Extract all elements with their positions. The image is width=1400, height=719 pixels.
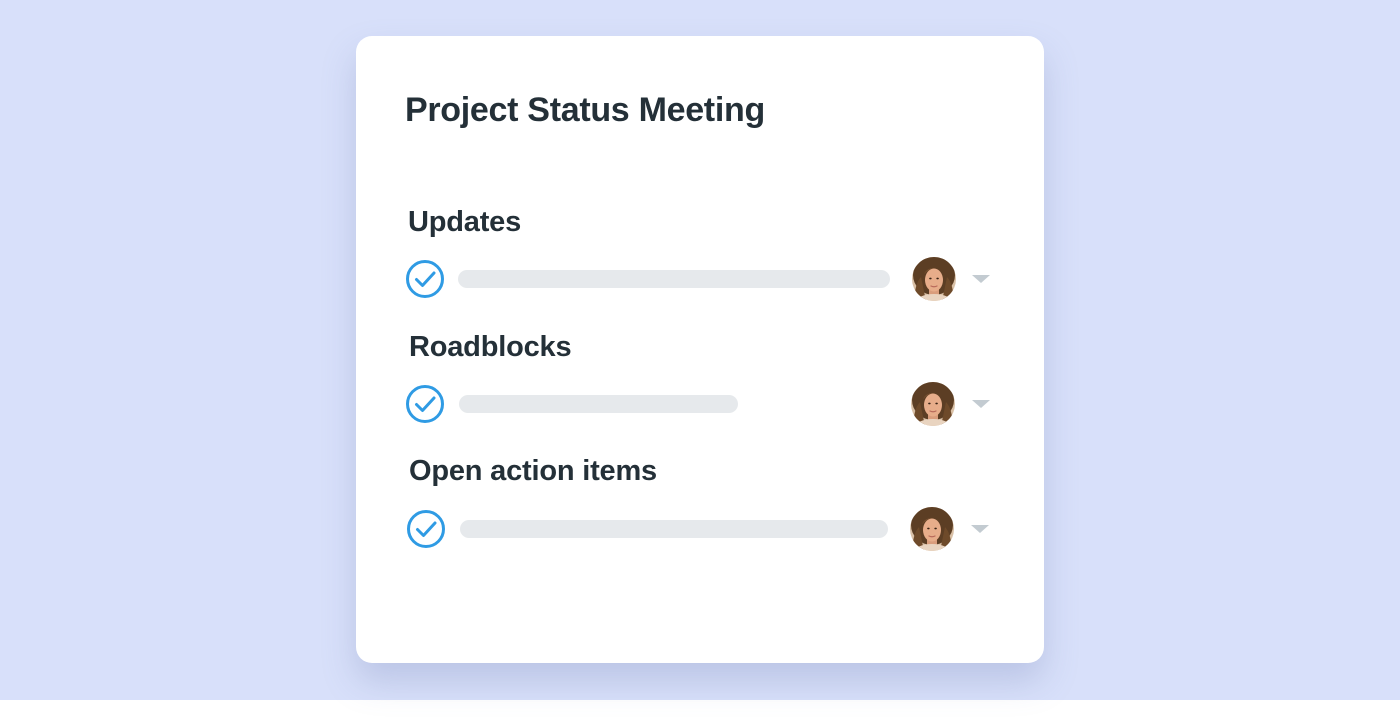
section-updates: Updates [408,206,998,316]
section-roadblocks: Roadblocks [408,331,998,441]
task-placeholder-bar[interactable] [460,520,888,538]
assignee-avatar[interactable] [910,507,954,551]
section-heading: Roadblocks [409,331,572,363]
check-circle-icon[interactable] [405,259,445,299]
check-circle-icon[interactable] [405,384,445,424]
check-circle-icon[interactable] [406,509,446,549]
task-row [408,382,998,426]
caret-down-icon[interactable] [969,270,993,288]
section-heading: Updates [408,206,522,238]
section-heading: Open action items [409,455,657,487]
section-open-action-items: Open action items [408,455,998,565]
card-title: Project Status Meeting [405,91,765,129]
caret-down-icon[interactable] [968,520,992,538]
assignee-avatar[interactable] [911,382,955,426]
page-background: Project Status Meeting Updates Roadblock… [0,0,1400,700]
task-row [408,507,998,551]
task-placeholder-bar[interactable] [458,270,890,288]
assignee-avatar[interactable] [912,257,956,301]
caret-down-icon[interactable] [969,395,993,413]
task-row [408,257,998,301]
meeting-card: Project Status Meeting Updates Roadblock… [356,36,1044,663]
task-placeholder-bar[interactable] [459,395,738,413]
